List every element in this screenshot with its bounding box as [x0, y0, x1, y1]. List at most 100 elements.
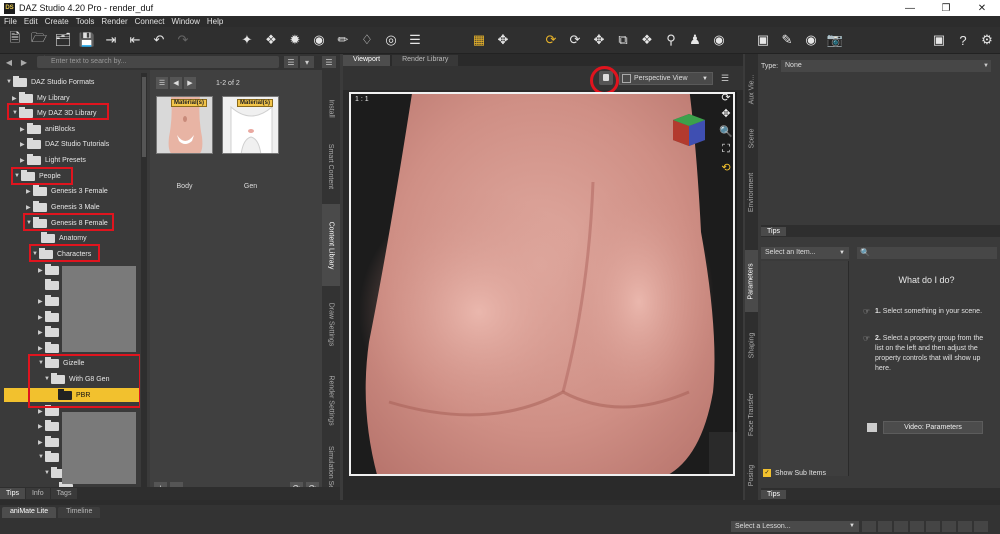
- tab-content-library[interactable]: Content Library: [322, 204, 340, 286]
- menu-file[interactable]: File: [4, 17, 17, 26]
- tab-face-transfer[interactable]: Face Transfer: [745, 378, 758, 450]
- lesson-button[interactable]: [878, 521, 892, 532]
- pin-icon[interactable]: ✏: [334, 31, 352, 49]
- tree-item[interactable]: ▶: [38, 294, 63, 308]
- thumbnail-gen[interactable]: Material(s): [222, 96, 279, 154]
- tab-viewport[interactable]: Viewport: [343, 55, 391, 66]
- tab-scene[interactable]: Scene: [745, 116, 758, 160]
- open-icon[interactable]: 🗁: [30, 30, 48, 49]
- menu-connect[interactable]: Connect: [135, 17, 165, 26]
- lesson-button[interactable]: [862, 521, 876, 532]
- tab-parameters[interactable]: Parameters: [745, 250, 758, 312]
- tab-environment[interactable]: Environment: [745, 162, 758, 222]
- iray-icon[interactable]: ◉: [802, 31, 820, 49]
- property-search-input[interactable]: 🔍: [857, 247, 997, 259]
- translate-icon[interactable]: ✥: [590, 31, 608, 49]
- pan-icon[interactable]: ✥: [719, 106, 733, 120]
- menu-help[interactable]: Help: [207, 17, 223, 26]
- merge-icon[interactable]: 🗂: [54, 31, 72, 49]
- tree-item[interactable]: [38, 278, 63, 292]
- import-icon[interactable]: ⇥: [102, 31, 120, 49]
- lesson-button[interactable]: [910, 521, 924, 532]
- tab-tips-upper[interactable]: Tips: [761, 226, 786, 236]
- page-forward-icon[interactable]: ▶: [184, 77, 196, 89]
- menu-create[interactable]: Create: [45, 17, 69, 26]
- tree-item[interactable]: ▶ aniBlocks: [20, 122, 75, 136]
- tree-item[interactable]: ▶: [38, 435, 63, 449]
- view-cube-icon[interactable]: [669, 110, 709, 150]
- tab-timeline[interactable]: Timeline: [58, 507, 101, 518]
- joint-editor-icon[interactable]: ❖: [638, 31, 656, 49]
- type-select[interactable]: None: [781, 60, 991, 72]
- reset-view-icon[interactable]: ⟲: [719, 160, 733, 174]
- tree-item[interactable]: ▶: [38, 419, 63, 433]
- tab-render-library[interactable]: Render Library: [392, 55, 459, 66]
- tab-install[interactable]: Install: [322, 88, 340, 128]
- tab-posing[interactable]: Posing: [745, 454, 758, 496]
- spot-render-icon[interactable]: ▣: [754, 31, 772, 49]
- menu-render[interactable]: Render: [101, 17, 127, 26]
- pane-menu-icon[interactable]: ☰: [322, 56, 336, 68]
- pose-icon[interactable]: ⚲: [662, 31, 680, 49]
- render-icon[interactable]: 📷: [826, 31, 844, 49]
- tree-item[interactable]: ▶: [38, 263, 63, 277]
- settings-icon[interactable]: ⚙: [978, 31, 996, 49]
- surface-select-icon[interactable]: ♢: [358, 31, 376, 49]
- lesson-select[interactable]: Select a Lesson... ▼: [731, 521, 859, 532]
- menu-edit[interactable]: Edit: [24, 17, 38, 26]
- geometry-editor-icon[interactable]: ◎: [382, 31, 400, 49]
- menu-icon[interactable]: ☰: [156, 77, 168, 89]
- tree-item[interactable]: ▼ DAZ Studio Formats: [6, 75, 94, 89]
- tree-item[interactable]: ▶ Light Presets: [20, 153, 86, 167]
- camera-dropdown[interactable]: Perspective View ▼: [619, 72, 713, 85]
- page-back-icon[interactable]: ◀: [170, 77, 182, 89]
- orbit-icon[interactable]: ⟳: [719, 92, 733, 104]
- maximize-icon[interactable]: ❐: [928, 0, 964, 16]
- minimize-icon[interactable]: —: [892, 0, 928, 16]
- forward-icon[interactable]: ▶: [18, 56, 30, 68]
- library-search-input[interactable]: Enter text to search by...: [37, 56, 279, 68]
- redo-icon[interactable]: ↷: [174, 31, 192, 49]
- help-icon[interactable]: ?: [954, 31, 972, 49]
- menu-window[interactable]: Window: [171, 17, 199, 26]
- library-tree[interactable]: ▼ DAZ Studio Formats ▶ My Library ▼ My DAZ …: [0, 73, 140, 491]
- save-icon[interactable]: 💾: [78, 31, 96, 49]
- active-pose-icon[interactable]: ✦: [238, 31, 256, 49]
- move-icon[interactable]: ✥: [494, 31, 512, 49]
- lesson-button[interactable]: [942, 521, 956, 532]
- tree-item[interactable]: ▶: [38, 310, 63, 324]
- scale-icon[interactable]: ⧉: [614, 31, 632, 49]
- lesson-button[interactable]: [958, 521, 972, 532]
- tab-draw-settings[interactable]: Draw Settings: [322, 288, 340, 360]
- tab-animate-lite[interactable]: aniMate Lite: [2, 507, 57, 518]
- tree-item[interactable]: ▶: [38, 325, 63, 339]
- camera-icon[interactable]: ◉: [710, 31, 728, 49]
- close-icon[interactable]: ✕: [964, 0, 1000, 16]
- property-group-list[interactable]: [761, 261, 849, 476]
- tab-render-settings[interactable]: Render Settings: [322, 362, 340, 438]
- rotate-gold-icon[interactable]: ⟳: [542, 31, 560, 49]
- video-parameters-button[interactable]: Video: Parameters: [883, 421, 983, 434]
- lesson-button[interactable]: [894, 521, 908, 532]
- lesson-button[interactable]: [926, 521, 940, 532]
- tree-item[interactable]: ▶ DAZ Studio Tutorials: [20, 137, 109, 151]
- select-item-dropdown[interactable]: Select an Item... ▼: [761, 247, 849, 259]
- tab-tips[interactable]: Tips: [0, 488, 25, 499]
- zoom-icon[interactable]: 🔍: [719, 124, 733, 138]
- tree-item[interactable]: ▼: [38, 450, 63, 464]
- viewport-scene[interactable]: 1 : 1 ⟳ ✥ 🔍 ⛶ ⟲: [349, 92, 737, 476]
- show-sub-items-checkbox[interactable]: ✓ Show Sub Items: [763, 469, 826, 477]
- node-select-icon[interactable]: ✹: [286, 31, 304, 49]
- tree-item[interactable]: Anatomy: [34, 231, 87, 245]
- sort-icon[interactable]: ▾: [300, 56, 314, 68]
- tab-smart-content[interactable]: Smart Content: [322, 130, 340, 202]
- back-icon[interactable]: ◀: [3, 56, 15, 68]
- export-icon[interactable]: ⇤: [126, 31, 144, 49]
- tree-item[interactable]: ▶: [38, 341, 63, 355]
- frame-icon[interactable]: ⛶: [719, 142, 733, 156]
- rotate-icon[interactable]: ⟳: [566, 31, 584, 49]
- tab-tips-lower[interactable]: Tips: [761, 489, 786, 499]
- align-icon[interactable]: ▦: [470, 31, 488, 49]
- tab-info[interactable]: Info: [25, 488, 50, 499]
- tree-scrollbar[interactable]: [141, 73, 147, 491]
